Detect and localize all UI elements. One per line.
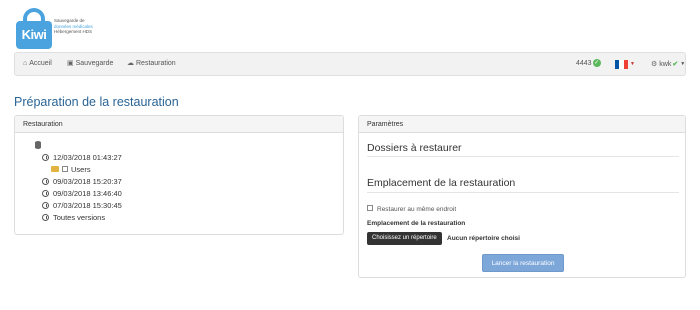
caret-down-icon: ▼ <box>630 61 635 67</box>
logo[interactable]: Kiwi Sauvegarde de données médicales Héb… <box>14 4 214 49</box>
parameters-panel-heading: Paramètres <box>359 116 685 133</box>
tree-item[interactable]: 07/03/2018 15:30:45 <box>42 201 122 211</box>
restore-panel-heading: Restauration <box>15 116 343 133</box>
folder-icon <box>51 166 59 172</box>
logo-line-3: Hébergement HDS <box>54 29 93 34</box>
tree-item-label: 12/03/2018 01:43:27 <box>53 153 122 162</box>
location-field-label: Emplacement de la restauration <box>367 220 466 227</box>
folders-title: Dossiers à restaurer <box>367 142 462 154</box>
kiwi-logo-icon: Kiwi <box>16 8 52 49</box>
user-name: kwk <box>659 60 672 68</box>
choose-directory-button[interactable]: Choisissez un répertoire <box>367 232 442 245</box>
same-place-checkbox[interactable] <box>367 205 373 211</box>
divider <box>367 156 679 157</box>
parameters-panel: Paramètres Dossiers à restaurer Emplacem… <box>358 115 686 278</box>
user-menu[interactable]: ⚙ kwk✔ ▼ <box>651 53 685 75</box>
divider <box>367 192 679 193</box>
checkbox[interactable] <box>62 166 68 172</box>
clock-icon <box>42 202 49 209</box>
same-place-label: Restaurer au même endroit <box>377 206 457 213</box>
nav-restore[interactable]: ☁ Restauration <box>127 53 176 75</box>
french-flag-icon <box>615 59 628 69</box>
nav-home[interactable]: ⌂ Accueil <box>23 53 52 75</box>
tree-item-label: 09/03/2018 13:46:40 <box>53 189 122 198</box>
tree-item[interactable]: Users <box>51 165 91 175</box>
tree-item[interactable]: 12/03/2018 01:43:27 <box>42 153 122 163</box>
nav-restore-label: Restauration <box>136 60 176 67</box>
clock-icon <box>42 214 49 221</box>
caret-down-icon: ▼ <box>680 61 686 67</box>
nav-backup-label: Sauvegarde <box>75 60 114 67</box>
cloud-download-icon: ☁ <box>127 60 134 67</box>
check-icon: ✔ <box>672 60 679 68</box>
launch-restore-button[interactable]: Lancer la restauration <box>482 254 564 272</box>
tree-item-label: Users <box>71 165 91 174</box>
restore-panel: Restauration 12/03/2018 01:43:27 Users 0… <box>14 115 344 235</box>
location-title: Emplacement de la restauration <box>367 177 516 189</box>
language-selector[interactable]: ▼ <box>615 53 635 75</box>
tree-item-label: 07/03/2018 15:30:45 <box>53 201 122 210</box>
home-icon: ⌂ <box>23 60 28 67</box>
tree-item[interactable]: 09/03/2018 13:46:40 <box>42 189 122 199</box>
clock-icon <box>42 178 49 185</box>
tree-item-label: Toutes versions <box>53 213 106 222</box>
status-count: 4443 <box>576 60 592 67</box>
nav-backup[interactable]: ▣ Sauvegarde <box>67 53 113 75</box>
page-title: Préparation de la restauration <box>14 95 179 109</box>
status-indicator[interactable]: 4443 ✓ <box>576 53 601 75</box>
tree-item-label: 09/03/2018 15:20:37 <box>53 177 122 186</box>
clock-icon <box>42 154 49 161</box>
logo-tagline: Sauvegarde de données médicales Hébergem… <box>54 18 93 35</box>
no-directory-text: Aucun répertoire choisi <box>447 235 520 242</box>
same-place-option[interactable]: Restaurer au même endroit <box>367 205 456 213</box>
clock-icon <box>42 190 49 197</box>
database-icon <box>35 141 41 149</box>
save-icon: ▣ <box>67 60 74 67</box>
tree-root[interactable] <box>35 141 41 151</box>
check-circle-icon: ✓ <box>592 59 601 68</box>
tree-item[interactable]: Toutes versions <box>42 213 105 223</box>
navbar: ⌂ Accueil ▣ Sauvegarde ☁ Restauration 4443 ✓… <box>14 52 686 76</box>
gear-icon: ⚙ <box>651 60 658 68</box>
tree-item[interactable]: 09/03/2018 15:20:37 <box>42 177 122 187</box>
logo-brand: Kiwi <box>16 21 52 49</box>
nav-home-label: Accueil <box>29 60 52 67</box>
